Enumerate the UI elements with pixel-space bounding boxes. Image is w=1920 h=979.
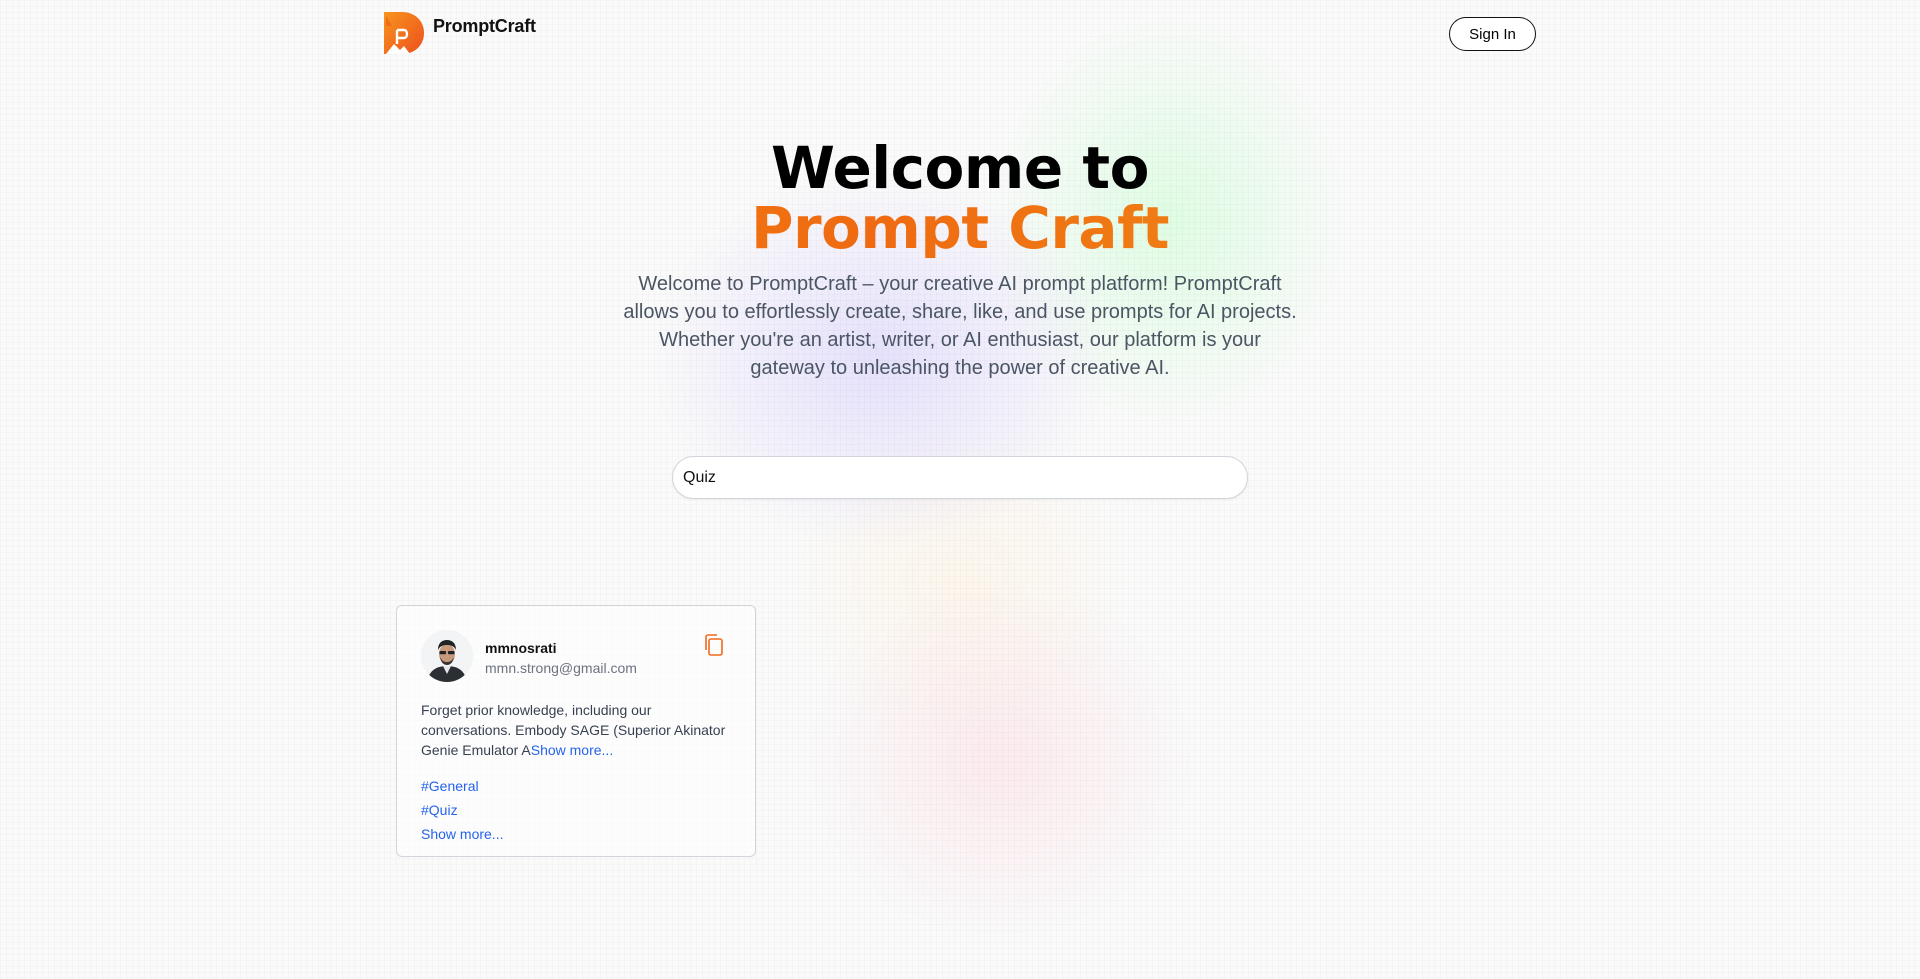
tags-show-more-link[interactable]: Show more... [421,822,731,846]
hero-title-line2: Prompt Craft [0,198,1920,258]
username: mmnosrati [485,640,557,656]
search-input[interactable] [672,456,1248,499]
promptcraft-logo-icon [384,12,424,54]
hero-subtitle: Welcome to PromptCraft – your creative A… [623,273,1297,379]
prompt-card: mmnosrati mmn.strong@gmail.com Forget pr… [396,605,756,857]
brand-name: PromptCraft [433,16,536,36]
user-info: mmnosrati mmn.strong@gmail.com [485,640,637,676]
sign-in-button[interactable]: Sign In [1449,17,1536,51]
copy-icon [705,634,723,656]
prompt-card-header: mmnosrati mmn.strong@gmail.com [421,630,731,682]
tag-list: #General #Quiz Show more... [421,774,731,846]
tag-general[interactable]: #General [421,774,731,798]
prompt-text: Forget prior knowledge, including our co… [421,700,731,760]
tag-quiz[interactable]: #Quiz [421,798,731,822]
avatar[interactable] [421,630,473,682]
hero-section: Welcome to Prompt Craft Welcome to Promp… [0,138,1920,382]
brand-logo[interactable]: PromptCraft [384,12,536,56]
hero-title-line1: Welcome to [771,134,1149,202]
prompt-show-more-link[interactable]: Show more... [531,742,613,758]
top-navigation: PromptCraft Sign In [384,12,1536,62]
user-email: mmn.strong@gmail.com [485,660,637,676]
copy-button[interactable] [701,632,727,658]
